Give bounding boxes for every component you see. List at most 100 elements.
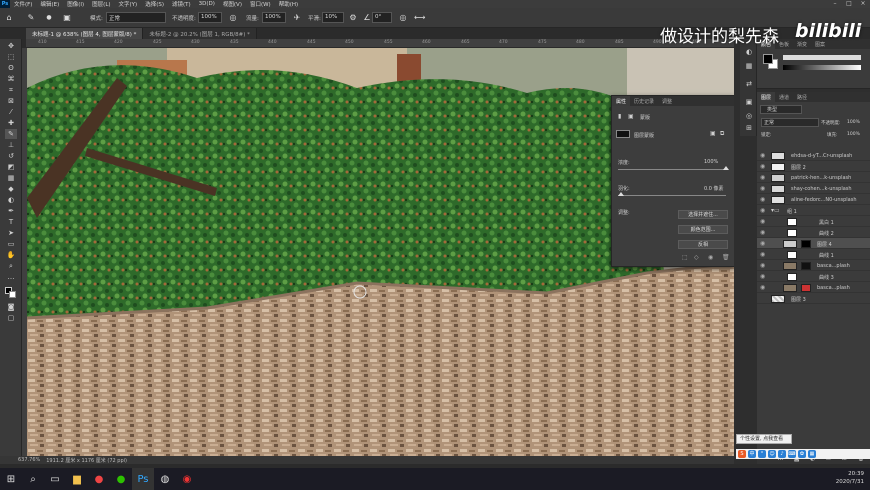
menu-select[interactable]: 选择(S) <box>141 0 168 8</box>
airbrush-icon[interactable]: ✈ <box>292 13 302 23</box>
task-view-icon[interactable]: ▭ <box>44 468 66 490</box>
brush-tool-icon[interactable]: ✎ <box>5 129 17 139</box>
ime-skin-icon[interactable]: ✿ <box>798 450 806 458</box>
tab-document-1[interactable]: 未标题-1 @ 638% (图层 4, 图层蒙版/8) * <box>26 28 144 39</box>
wechat-icon[interactable]: ● <box>110 468 132 490</box>
swatches-panel-icon[interactable]: ▦ <box>743 61 755 71</box>
density-slider[interactable] <box>618 166 729 170</box>
tab-paths[interactable]: 路径 <box>793 92 811 102</box>
close-icon[interactable]: × <box>856 0 870 8</box>
eyedropper-tool-icon[interactable]: ⁄ <box>5 107 17 117</box>
move-tool-icon[interactable]: ✥ <box>5 41 17 51</box>
menu-help[interactable]: 帮助(H) <box>275 0 302 8</box>
fill-value[interactable]: 100% <box>847 132 860 137</box>
menu-view[interactable]: 视图(V) <box>219 0 246 8</box>
rectangle-tool-icon[interactable]: ▭ <box>5 239 17 249</box>
tab-history[interactable]: 历史记录 <box>630 96 658 106</box>
layer-row[interactable]: ◉ aline-fedorc...N0-unsplash <box>757 194 870 205</box>
blend-mode-select[interactable]: 正常 <box>761 118 819 127</box>
brush-settings-icon[interactable]: ▣ <box>62 13 72 23</box>
adjust-icon[interactable]: ⇄ <box>743 79 755 89</box>
zoom-tool-icon[interactable]: ⌕ <box>5 261 17 271</box>
crop-tool-icon[interactable]: ⌗ <box>5 85 17 95</box>
delete-mask-icon[interactable]: 🗑 <box>722 254 730 261</box>
angle-input[interactable]: 0° <box>372 12 392 23</box>
feather-slider-knob[interactable] <box>618 192 624 196</box>
layer-group-row[interactable]: ◉ ▾▭ 组 1 <box>757 205 870 216</box>
dodge-tool-icon[interactable]: ◐ <box>5 195 17 205</box>
lasso-tool-icon[interactable]: ʘ <box>5 63 17 73</box>
browser-icon[interactable]: ● <box>88 468 110 490</box>
menu-window[interactable]: 窗口(W) <box>246 0 275 8</box>
layer-opacity-value[interactable]: 100% <box>847 120 860 125</box>
menu-3d[interactable]: 3D(D) <box>195 1 219 7</box>
select-mask-icon[interactable]: ▣ <box>710 130 716 137</box>
menu-image[interactable]: 图像(I) <box>63 0 88 8</box>
more-tools-icon[interactable]: … <box>5 272 17 282</box>
layer-row[interactable]: ◉ shay-cohen...k-unsplash <box>757 183 870 194</box>
apply-icon[interactable]: ◇ <box>694 254 699 261</box>
menu-filter[interactable]: 滤镜(T) <box>168 0 195 8</box>
menu-edit[interactable]: 编辑(E) <box>36 0 63 8</box>
quick-mask-icon[interactable]: ◙ <box>5 302 17 312</box>
tab-layers[interactable]: 图层 <box>757 92 776 102</box>
menu-type[interactable]: 文字(Y) <box>115 0 142 8</box>
layer-row-selected[interactable]: ◉ 图层 4 <box>757 238 870 249</box>
layer-row[interactable]: ◉ 曲线 3 <box>757 271 870 282</box>
tab-document-2[interactable]: 未标题-2 @ 20.2% (图层 1, RGB/8#) * <box>143 28 257 39</box>
layer-kind-filter[interactable]: 类型 <box>760 105 802 114</box>
color-panel-icon[interactable]: ◐ <box>743 47 755 57</box>
eraser-tool-icon[interactable]: ◩ <box>5 162 17 172</box>
ime-punct-icon[interactable]: ° <box>758 450 766 458</box>
brush-size-picker[interactable]: ● <box>44 13 54 23</box>
menu-file[interactable]: 文件(F) <box>10 0 36 8</box>
symmetry-icon[interactable]: ⟷ <box>414 13 425 23</box>
density-value[interactable]: 100% <box>704 159 718 165</box>
system-clock[interactable]: 20:39 2020/7/31 <box>836 470 864 486</box>
healing-brush-tool-icon[interactable]: ✚ <box>5 118 17 128</box>
marquee-tool-icon[interactable]: ⬚ <box>5 52 17 62</box>
apply-mask-icon[interactable]: ⧉ <box>720 130 724 138</box>
search-icon[interactable]: ⌕ <box>22 468 44 490</box>
pressure-size-icon[interactable]: ◎ <box>398 13 408 23</box>
feather-value[interactable]: 0.0 像素 <box>704 185 724 192</box>
hand-tool-icon[interactable]: ✋ <box>5 250 17 260</box>
frame-tool-icon[interactable]: ⊠ <box>5 96 17 106</box>
minimize-icon[interactable]: – <box>828 0 842 8</box>
ime-voice-icon[interactable]: ♪ <box>778 450 786 458</box>
flow-input[interactable]: 100% <box>262 12 286 23</box>
layer-row[interactable]: ◉ 图层 2 <box>757 161 870 172</box>
color-slider-1[interactable] <box>783 55 861 60</box>
pixel-mask-icon[interactable]: ▮ <box>618 113 621 120</box>
layer-row[interactable]: ◉ 曲线 1 <box>757 249 870 260</box>
color-range-button[interactable]: 颜色范围... <box>678 225 728 234</box>
vector-mask-icon[interactable]: ▣ <box>628 113 634 120</box>
gradient-tool-icon[interactable]: ▦ <box>5 173 17 183</box>
ime-keyboard-icon[interactable]: ⌨ <box>788 450 796 458</box>
learn-icon[interactable]: ◎ <box>743 111 755 121</box>
opacity-input[interactable]: 100% <box>198 12 222 23</box>
color-swatch-icon[interactable] <box>5 287 17 298</box>
density-slider-knob[interactable] <box>723 166 729 170</box>
app-icon[interactable]: ◍ <box>154 468 176 490</box>
smoothing-input[interactable]: 10% <box>322 12 344 23</box>
zoom-level[interactable]: 637.76% <box>0 457 40 463</box>
layer-row[interactable]: 图层 3 <box>757 293 870 304</box>
pressure-opacity-icon[interactable]: ◎ <box>228 13 238 23</box>
layer-row[interactable]: ◉ patrick-hen...k-unsplash <box>757 172 870 183</box>
windows-start-icon[interactable]: ⊞ <box>0 468 22 490</box>
layer-row[interactable]: ◉ ehdsa-d-yT...Cr-unsplash <box>757 150 870 161</box>
invert-button[interactable]: 反相 <box>678 240 728 249</box>
pen-tool-icon[interactable]: ✒ <box>5 206 17 216</box>
file-explorer-icon[interactable]: ▆ <box>66 468 88 490</box>
select-and-mask-button[interactable]: 选择并遮住... <box>678 210 728 219</box>
ime-chinese-icon[interactable]: 中 <box>748 450 756 458</box>
color-slider-2[interactable] <box>783 65 861 70</box>
load-selection-icon[interactable]: ⬚ <box>682 254 688 261</box>
type-tool-icon[interactable]: T <box>5 217 17 227</box>
layer-row[interactable]: ◉ 黑白 1 <box>757 216 870 227</box>
document-info[interactable]: 1911.2 厘米 x 1176 厘米 (72 ppi) <box>40 457 127 464</box>
blur-tool-icon[interactable]: ◆ <box>5 184 17 194</box>
ime-emoji-icon[interactable]: ☺ <box>768 450 776 458</box>
smoothing-options-icon[interactable]: ⚙ <box>348 13 358 23</box>
